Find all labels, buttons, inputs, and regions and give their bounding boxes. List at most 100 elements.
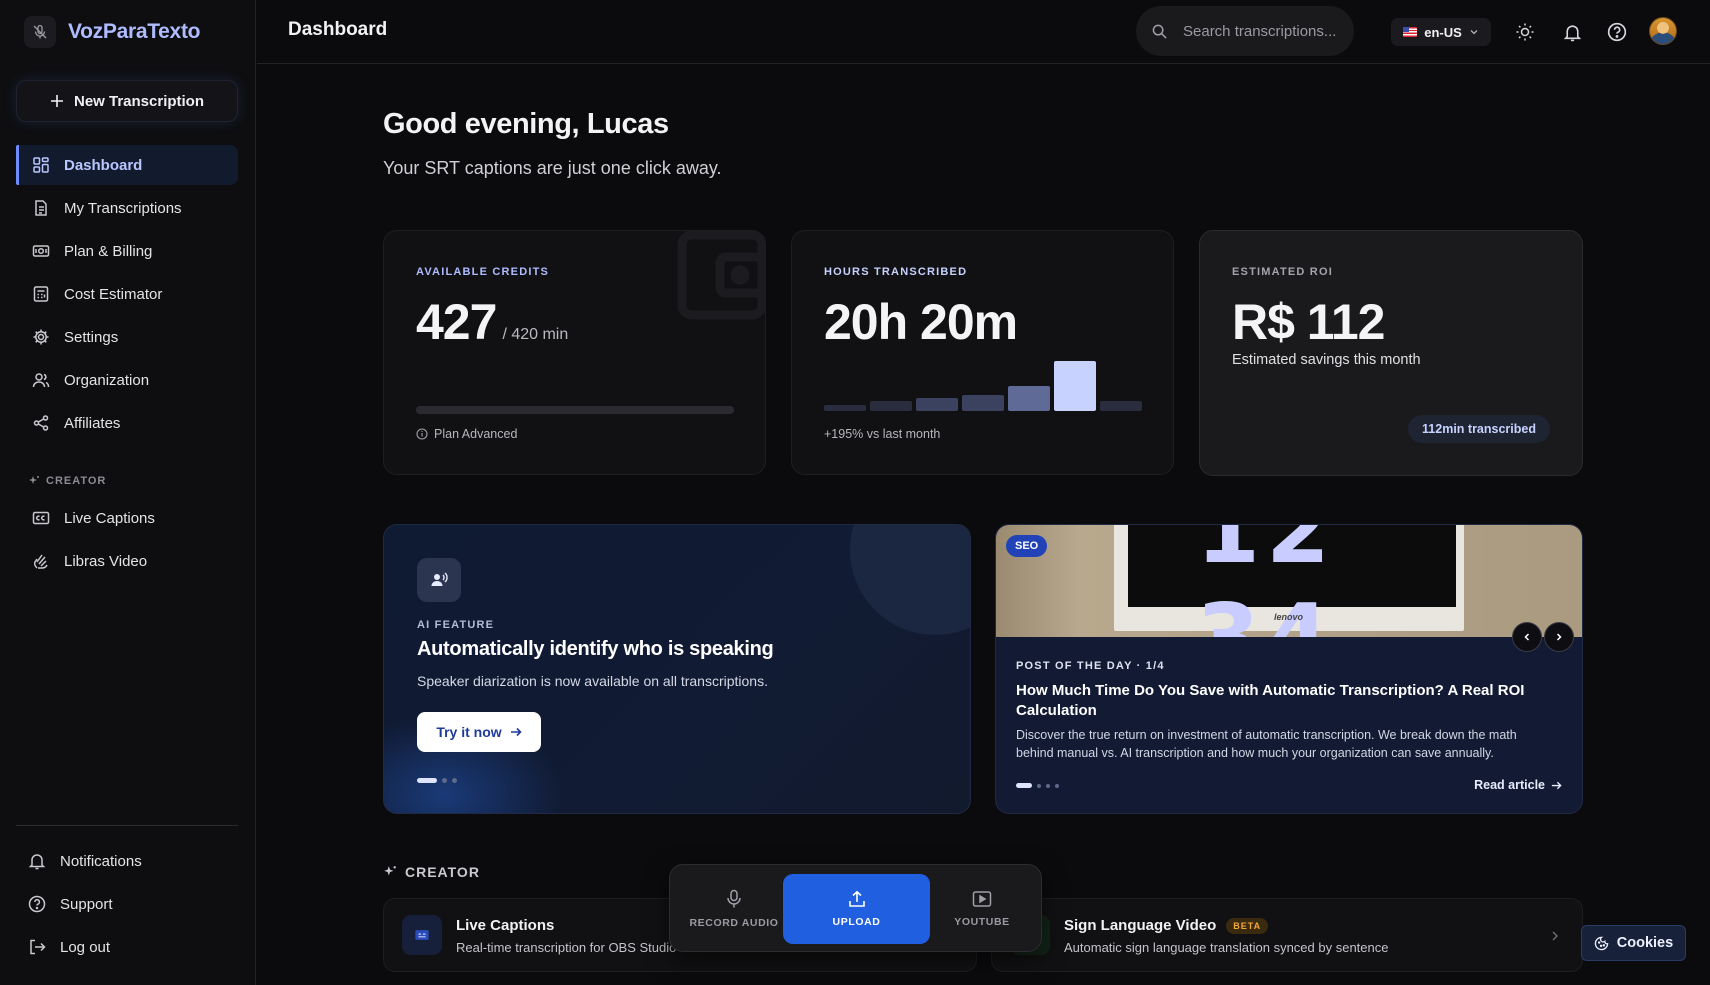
- grid-icon: [33, 157, 49, 173]
- try-it-now-button[interactable]: Try it now: [417, 712, 541, 752]
- sidebar-item-label: Affiliates: [64, 414, 121, 432]
- carousel-dot[interactable]: [1016, 783, 1032, 788]
- arrow-right-icon: [510, 727, 522, 737]
- hours-card: HOURS TRANSCRIBED 20h 20m +195% vs last …: [791, 230, 1174, 475]
- sparkle-icon: [29, 476, 39, 484]
- credits-unit: / 420 min: [502, 326, 569, 343]
- sidebar-item-log-out[interactable]: Log out: [16, 927, 238, 967]
- hours-bar: [1100, 401, 1142, 411]
- greeting-subtitle: Your SRT captions are just one click awa…: [383, 158, 722, 178]
- arrow-right-icon: [1551, 781, 1562, 789]
- sidebar-item-libras-video[interactable]: Libras Video: [16, 541, 238, 581]
- sidebar-item-label: Notifications: [60, 852, 142, 870]
- roi-card: ESTIMATED ROI R$ 112 Estimated savings t…: [1199, 230, 1583, 476]
- credits-plan: Plan Advanced: [416, 427, 517, 441]
- hours-trend: +195% vs last month: [824, 427, 941, 441]
- new-transcription-label: New Transcription: [73, 92, 205, 110]
- carousel-dot[interactable]: [1037, 783, 1041, 788]
- post-of-the-day-card: 12 34 lenovo SEO POST OF THE DAY · 1/4 H…: [995, 524, 1583, 814]
- live-captions-description: Real-time transcription for OBS Studio: [456, 940, 677, 955]
- sun-icon: [1516, 23, 1534, 41]
- calculator-icon: [33, 286, 49, 302]
- sidebar-item-label: Live Captions: [64, 509, 155, 527]
- post-carousel-dots[interactable]: [1016, 783, 1059, 788]
- feature-title: Automatically identify who is speaking: [417, 638, 774, 660]
- upload-label: UPLOAD: [832, 916, 881, 928]
- help-button[interactable]: [1605, 20, 1629, 44]
- credits-value: 427 / 420 min: [416, 293, 568, 351]
- chevron-right-icon: [1556, 633, 1562, 641]
- creator-section-title: CREATOR: [383, 864, 480, 880]
- seo-tag: SEO: [1006, 535, 1048, 557]
- notifications-button[interactable]: [1560, 20, 1584, 44]
- sidebar-item-label: Settings: [64, 328, 119, 346]
- carousel-dot[interactable]: [452, 778, 457, 783]
- previous-post-button[interactable]: [1512, 622, 1542, 652]
- sidebar-item-live-captions[interactable]: Live Captions: [16, 498, 238, 538]
- credits-label: AVAILABLE CREDITS: [416, 266, 550, 278]
- sidebar-item-cost-estimator[interactable]: Cost Estimator: [16, 274, 238, 314]
- feature-carousel-dots[interactable]: [417, 778, 457, 783]
- post-description: Discover the true return on investment o…: [1016, 728, 1517, 760]
- carousel-dot[interactable]: [442, 778, 447, 783]
- decorative-circle: [850, 525, 970, 635]
- sign-language-description: Automatic sign language translation sync…: [1064, 940, 1389, 955]
- hours-bar: [916, 398, 958, 411]
- hand-icon: [33, 554, 48, 569]
- share-icon: [33, 415, 49, 431]
- credits-plan-text: Plan Advanced: [434, 427, 518, 441]
- try-it-now-label: Try it now: [436, 724, 502, 740]
- sparkle-icon: [384, 866, 396, 876]
- roi-subtitle: Estimated savings this month: [1232, 352, 1421, 368]
- bell-icon: [28, 854, 46, 870]
- quick-action-bar: RECORD AUDIO UPLOAD YOUTUBE: [669, 864, 1042, 952]
- sidebar-item-label: My Transcriptions: [64, 199, 182, 217]
- hours-bar: [1054, 361, 1096, 411]
- next-post-button[interactable]: [1544, 622, 1574, 652]
- upload-button[interactable]: UPLOAD: [783, 874, 930, 944]
- monitor-brand: lenovo: [1274, 612, 1304, 622]
- sidebar-item-affiliates[interactable]: Affiliates: [16, 403, 238, 443]
- search-input[interactable]: [1183, 22, 1343, 40]
- read-article-link[interactable]: Read article: [1474, 778, 1562, 792]
- youtube-button[interactable]: YOUTUBE: [932, 874, 1032, 944]
- microphone-logo-icon: [24, 16, 56, 48]
- captions-icon: [402, 915, 442, 955]
- sidebar-item-notifications[interactable]: Notifications: [16, 841, 238, 881]
- carousel-dot[interactable]: [417, 778, 437, 783]
- new-transcription-button[interactable]: New Transcription: [16, 80, 238, 122]
- sidebar-item-organization[interactable]: Organization: [16, 360, 238, 400]
- post-title[interactable]: How Much Time Do You Save with Automatic…: [1016, 681, 1556, 721]
- help-icon: [28, 895, 46, 913]
- sidebar-item-label: Dashboard: [64, 156, 143, 174]
- sidebar-item-my-transcriptions[interactable]: My Transcriptions: [16, 188, 238, 228]
- sidebar-item-label: Cost Estimator: [64, 285, 163, 303]
- sidebar-item-label: Plan & Billing: [64, 242, 153, 260]
- upload-icon: [848, 890, 865, 907]
- search-box[interactable]: [1136, 6, 1354, 56]
- carousel-dot[interactable]: [1055, 783, 1059, 788]
- sidebar-item-support[interactable]: Support: [16, 884, 238, 924]
- theme-toggle-button[interactable]: [1513, 20, 1537, 44]
- sidebar-item-settings[interactable]: Settings: [16, 317, 238, 357]
- hours-label: HOURS TRANSCRIBED: [824, 266, 968, 278]
- cookies-button[interactable]: Cookies: [1581, 925, 1686, 961]
- captions-icon: [32, 511, 50, 525]
- monitor-graphic: 12 34 lenovo: [1114, 525, 1464, 637]
- sidebar-item-label: Libras Video: [64, 552, 148, 570]
- greeting-title: Good evening, Lucas: [383, 108, 669, 140]
- carousel-dot[interactable]: [1046, 783, 1050, 788]
- plus-icon: [50, 95, 63, 107]
- creator-section-text: CREATOR: [405, 864, 480, 880]
- language-selector[interactable]: en-US: [1391, 18, 1491, 46]
- record-audio-button[interactable]: RECORD AUDIO: [682, 874, 786, 944]
- sidebar-item-dashboard[interactable]: Dashboard: [16, 145, 238, 185]
- sign-language-card[interactable]: Sign Language Video BETA Automatic sign …: [991, 898, 1583, 972]
- microphone-icon: [727, 889, 741, 908]
- live-captions-title: Live Captions: [456, 917, 555, 934]
- sidebar-item-plan-billing[interactable]: Plan & Billing: [16, 231, 238, 271]
- brand[interactable]: VozParaTexto: [24, 16, 200, 48]
- money-icon: [32, 245, 50, 257]
- document-icon: [35, 200, 47, 216]
- user-avatar[interactable]: [1649, 17, 1677, 45]
